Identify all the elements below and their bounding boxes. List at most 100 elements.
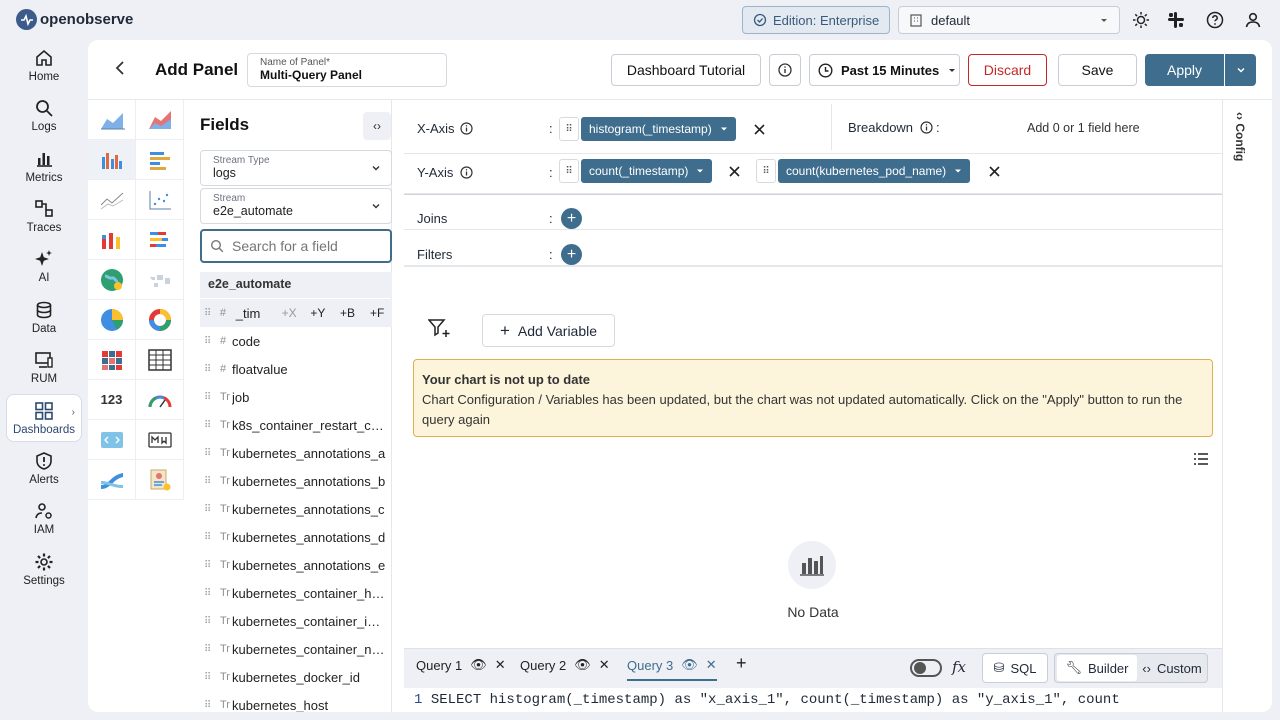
field-row[interactable]: ⠿ Tr kubernetes_annotations_e xyxy=(200,551,392,579)
field-search[interactable] xyxy=(200,229,392,263)
field-row[interactable]: ⠿ Tr k8s_container_restart_count xyxy=(200,411,392,439)
drag-icon[interactable]: ⠿ xyxy=(200,476,214,487)
apply-button[interactable]: Apply xyxy=(1145,54,1224,86)
y-axis-chip-2[interactable]: count(kubernetes_pod_name) xyxy=(778,159,971,183)
drag-icon[interactable]: ⠿ xyxy=(200,392,214,403)
add-variable-button[interactable]: + Add Variable xyxy=(482,314,615,347)
drag-icon[interactable]: ⠿ xyxy=(200,700,214,711)
nav-item-dashboards[interactable]: Dashboards › xyxy=(6,394,82,442)
drag-handle-icon[interactable]: ⠿ xyxy=(559,159,579,183)
nav-item-iam[interactable]: IAM xyxy=(6,495,82,541)
legend-list-icon[interactable] xyxy=(1194,453,1208,465)
field-row[interactable]: ⠿ Tr kubernetes_annotations_a xyxy=(200,439,392,467)
panel-name-field[interactable]: Name of Panel* Multi-Query Panel xyxy=(247,53,447,87)
field-row[interactable]: ⠿ Tr kubernetes_annotations_d xyxy=(200,523,392,551)
chart-type-heatmap[interactable] xyxy=(88,340,136,380)
x-axis-chip[interactable]: histogram(_timestamp) xyxy=(581,117,736,141)
chart-type-maps[interactable] xyxy=(136,260,184,300)
chart-type-gauge[interactable] xyxy=(136,380,184,420)
drag-icon[interactable]: ⠿ xyxy=(200,364,214,375)
slack-icon[interactable] xyxy=(1166,10,1186,30)
field-row[interactable]: ⠿ # floatvalue xyxy=(200,355,392,383)
drag-icon[interactable]: ⠿ xyxy=(200,616,214,627)
config-toggle[interactable]: ‹› Config xyxy=(1233,112,1247,161)
discard-button[interactable]: Discard xyxy=(968,54,1047,86)
remove-x-icon[interactable] xyxy=(751,121,767,137)
eye-icon[interactable]: 👁 xyxy=(681,657,698,673)
field-row[interactable]: ⠿ Tr kubernetes_docker_id xyxy=(200,663,392,691)
chart-type-custom[interactable] xyxy=(136,460,184,500)
remove-y1-icon[interactable] xyxy=(726,163,742,179)
nav-item-ai[interactable]: AI xyxy=(6,243,82,289)
field-search-input[interactable] xyxy=(232,238,382,254)
tab-query-1[interactable]: Query 1 👁 ✕ xyxy=(416,657,506,673)
panel-name-value[interactable]: Multi-Query Panel xyxy=(260,68,434,82)
drag-icon[interactable]: ⠿ xyxy=(200,560,214,571)
info-button[interactable] xyxy=(769,54,801,86)
edition-badge[interactable]: Edition: Enterprise xyxy=(742,6,890,34)
chart-type-html[interactable] xyxy=(88,420,136,460)
remove-y2-icon[interactable] xyxy=(986,163,1002,179)
builder-button[interactable]: 🔧︎ Builder xyxy=(1057,655,1137,681)
field-row[interactable]: ⠿ Tr kubernetes_container_name xyxy=(200,635,392,663)
nav-item-settings[interactable]: Settings xyxy=(6,546,82,592)
drag-icon[interactable]: ⠿ xyxy=(200,644,214,655)
user-icon[interactable] xyxy=(1243,10,1263,30)
drag-handle-icon[interactable]: ⠿ xyxy=(559,117,579,141)
field-row[interactable]: ⠿ Tr kubernetes_annotations_b xyxy=(200,467,392,495)
custom-button[interactable]: ‹› Custom xyxy=(1137,661,1207,676)
chart-type-table[interactable] xyxy=(136,340,184,380)
theme-toggle-icon[interactable] xyxy=(1131,10,1151,30)
add-y-button[interactable]: +Y xyxy=(303,306,333,320)
close-icon[interactable]: ✕ xyxy=(706,657,717,673)
time-range-selector[interactable]: Past 15 Minutes xyxy=(809,54,960,86)
stream-type-select[interactable]: Stream Type logs xyxy=(200,150,392,186)
collapse-fields-button[interactable]: ‹› xyxy=(363,112,391,140)
query-toggle[interactable] xyxy=(910,659,942,677)
nav-item-alerts[interactable]: Alerts xyxy=(6,445,82,491)
chart-type-sankey[interactable] xyxy=(88,460,136,500)
nav-item-rum[interactable]: RUM xyxy=(6,344,82,390)
field-row[interactable]: ⠿ Tr job xyxy=(200,383,392,411)
apply-dropdown-button[interactable] xyxy=(1225,54,1256,86)
chart-type-bar[interactable] xyxy=(88,140,136,180)
help-icon[interactable] xyxy=(1205,10,1225,30)
eye-icon[interactable]: 👁 xyxy=(470,657,487,673)
chart-type-h-bar[interactable] xyxy=(136,140,184,180)
function-icon[interactable]: fx xyxy=(952,658,966,676)
tab-query-2[interactable]: Query 2 👁 ✕ xyxy=(520,657,610,673)
chart-type-pie[interactable] xyxy=(88,300,136,340)
nav-item-metrics[interactable]: Metrics xyxy=(6,143,82,189)
add-filter-button[interactable]: +F xyxy=(362,306,392,320)
add-query-button[interactable]: + xyxy=(736,653,747,674)
save-button[interactable]: Save xyxy=(1058,54,1137,86)
chart-type-stacked[interactable] xyxy=(88,220,136,260)
back-icon[interactable] xyxy=(114,60,126,76)
drag-handle-icon[interactable]: ⠿ xyxy=(756,159,776,183)
y-axis-chip-1[interactable]: count(_timestamp) xyxy=(581,159,713,183)
chart-type-markdown[interactable] xyxy=(136,420,184,460)
sql-mode-button[interactable]: ⛁ SQL xyxy=(982,653,1048,683)
nav-item-home[interactable]: Home xyxy=(6,42,82,88)
chart-type-h-stacked[interactable] xyxy=(136,220,184,260)
stream-select[interactable]: Stream e2e_automate xyxy=(200,188,392,224)
chart-type-donut[interactable] xyxy=(136,300,184,340)
drag-icon[interactable]: ⠿ xyxy=(200,532,214,543)
add-x-button[interactable]: +X xyxy=(275,306,303,320)
drag-icon[interactable]: ⠿ xyxy=(200,448,214,459)
field-row[interactable]: ⠿ Tr kubernetes_annotations_c xyxy=(200,495,392,523)
close-icon[interactable]: ✕ xyxy=(495,657,506,673)
sql-editor[interactable]: 1 SELECT histogram(_timestamp) as "x_axi… xyxy=(404,688,1222,712)
drag-icon[interactable]: ⠿ xyxy=(200,420,214,431)
config-sidebar[interactable]: ‹› Config xyxy=(1222,100,1272,712)
close-icon[interactable]: ✕ xyxy=(599,657,610,673)
nav-item-data[interactable]: Data xyxy=(6,294,82,340)
field-row[interactable]: ⠿ Tr kubernetes_container_hash xyxy=(200,579,392,607)
add-breakdown-button[interactable]: +B xyxy=(333,306,363,320)
chart-type-area-stacked[interactable] xyxy=(136,100,184,140)
field-row[interactable]: ⠿ Tr kubernetes_host xyxy=(200,691,392,713)
field-row-timestamp[interactable]: ⠿ # _tim +X +Y +B +F xyxy=(200,299,392,327)
add-filter-icon[interactable] xyxy=(428,318,450,338)
eye-icon[interactable]: 👁 xyxy=(574,657,591,673)
sql-code[interactable]: SELECT histogram(_timestamp) as "x_axis_… xyxy=(431,692,1120,708)
